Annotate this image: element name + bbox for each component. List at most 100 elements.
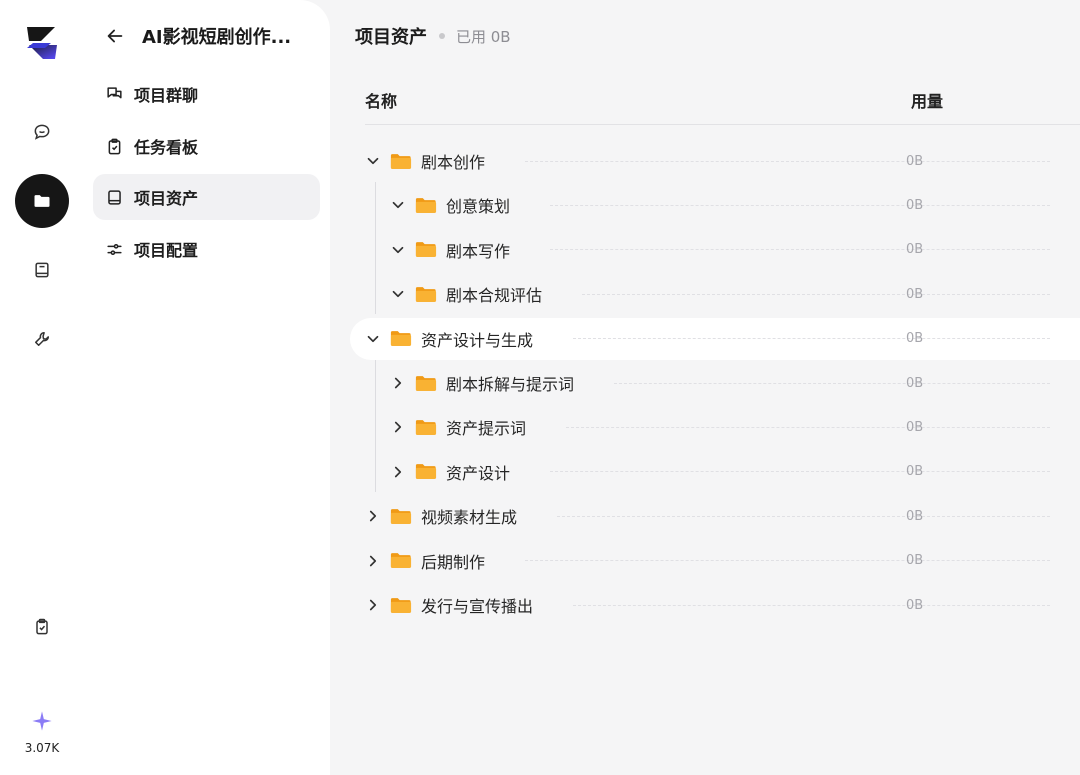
chat-bubble-icon [34,124,50,140]
tree-row[interactable]: 剧本合规评估 0B [350,273,1080,315]
tree-row-label: 剧本拆解与提示词 [446,375,575,394]
clipboard-check-icon [108,138,121,154]
table-header: 名称 用量 [365,85,1080,125]
rail-folder-button[interactable] [15,174,69,228]
rail-chat-button[interactable] [15,105,69,159]
nav-item-project-assets[interactable]: 项目资产 [93,174,320,220]
usage-summary: 已用 0B [456,27,511,46]
column-header-usage[interactable]: 用量 [911,88,943,112]
tree-row-size: 0B [906,331,924,347]
tree-row[interactable]: 发行与宣传播出 0B [350,584,1080,626]
tree-row-size: 0B [906,464,924,480]
tree-row[interactable]: 剧本拆解与提示词 0B [350,362,1080,404]
dotted-leader [550,249,1050,251]
nav-item-label: 项目配置 [134,241,199,260]
dotted-leader [550,471,1050,473]
dotted-leader [614,382,1050,384]
tree-row-label: 资产提示词 [446,419,527,439]
clipboard-check-icon [36,618,48,635]
chevron-down-icon[interactable] [364,152,382,170]
tree-row-label: 后期制作 [421,552,486,572]
chevron-right-icon[interactable] [389,418,407,436]
rail-tools-button[interactable] [15,312,69,366]
dotted-leader [566,426,1050,428]
page-title: 项目资产 [355,27,427,48]
project-nav-panel: AI影视短剧创作... 项目群聊 任务看板 项目资产 项目配置 [84,0,330,775]
dotted-leader [582,293,1050,295]
tree-row-label: 创意策划 [446,197,511,217]
tree-row-label: 资产设计 [446,463,511,483]
folder-icon [415,198,437,213]
arrow-left-icon[interactable] [104,25,126,47]
sliders-icon [107,243,122,255]
folder-icon [415,242,437,258]
dotted-leader [550,204,1050,206]
chevron-down-icon[interactable] [389,196,407,214]
credits-indicator[interactable]: 3.07K [0,710,84,755]
main-content: 项目资产 已用 0B 名称 用量 剧本创作 0B 创意策划 0B 剧本写作 0B 剧本合规评… [330,0,1080,775]
dotted-leader [573,604,1050,606]
wrench-icon [35,332,49,346]
chevron-right-icon[interactable] [389,463,407,481]
folder-icon [415,286,437,302]
dotted-leader [525,160,1050,162]
folder-icon [390,597,412,613]
rail-tasks-button[interactable] [15,600,69,654]
project-header: AI影视短剧创作... [104,22,314,50]
tree-row-size: 0B [906,286,924,302]
tree-row-label: 剧本合规评估 [446,286,543,306]
chevron-down-icon[interactable] [389,285,407,303]
tree-row[interactable]: 后期制作 0B [350,540,1080,582]
chevron-right-icon[interactable] [364,596,382,614]
dotted-leader [525,560,1050,562]
folder-icon [390,508,412,524]
tree-row[interactable]: 资产设计与生成 0B [350,317,1080,360]
credits-value: 3.07K [24,741,60,755]
chevron-right-icon[interactable] [364,552,382,570]
tree-row[interactable]: 剧本写作 0B [350,229,1080,271]
nav-item-project-settings[interactable]: 项目配置 [93,226,320,272]
tree-row-label: 视频素材生成 [421,508,518,528]
app-logo-icon[interactable] [23,24,61,62]
chevron-down-icon[interactable] [389,241,407,259]
tree-row[interactable]: 剧本创作 0B [350,140,1080,182]
tree-row-label: 资产设计与生成 [421,330,534,350]
book-icon [35,262,49,278]
chat-icon [107,86,122,98]
folder-icon [390,331,412,346]
tree-row-label: 发行与宣传播出 [421,597,534,616]
tree-row[interactable]: 资产提示词 0B [350,406,1080,448]
chevron-right-icon[interactable] [389,374,407,392]
dotted-leader [557,515,1050,517]
icon-rail: 3.07K [0,0,84,775]
nav-item-group-chat[interactable]: 项目群聊 [93,71,320,117]
page-header: 项目资产 已用 0B [355,22,511,50]
tree-row[interactable]: 视频素材生成 0B [350,495,1080,537]
nav-item-task-board[interactable]: 任务看板 [93,123,320,169]
book-icon [108,189,121,205]
column-header-name[interactable]: 名称 [365,88,397,112]
nav-item-label: 项目资产 [134,189,199,208]
tree-row-size: 0B [906,508,924,524]
tree-row-size: 0B [906,597,924,613]
tree-row-size: 0B [906,197,924,213]
chevron-down-icon[interactable] [364,330,382,348]
tree-row-size: 0B [906,553,924,569]
folder-icon [415,420,437,435]
folder-icon [415,464,437,480]
chevron-right-icon[interactable] [364,507,382,525]
tree-row-label: 剧本创作 [421,153,486,172]
project-title: AI影视短剧创作... [142,27,292,48]
tree-row-size: 0B [906,419,924,435]
nav-item-label: 任务看板 [134,138,199,157]
tree-row[interactable]: 资产设计 0B [350,451,1080,493]
folder-icon [34,195,50,207]
rail-library-button[interactable] [15,243,69,297]
dotted-leader [573,338,1050,340]
nav-item-label: 项目群聊 [134,86,199,105]
tree-row[interactable]: 创意策划 0B [350,184,1080,226]
tree-row-label: 剧本写作 [446,241,511,261]
separator-dot [439,33,445,39]
folder-icon [390,153,412,169]
tree-row-size: 0B [906,242,924,258]
